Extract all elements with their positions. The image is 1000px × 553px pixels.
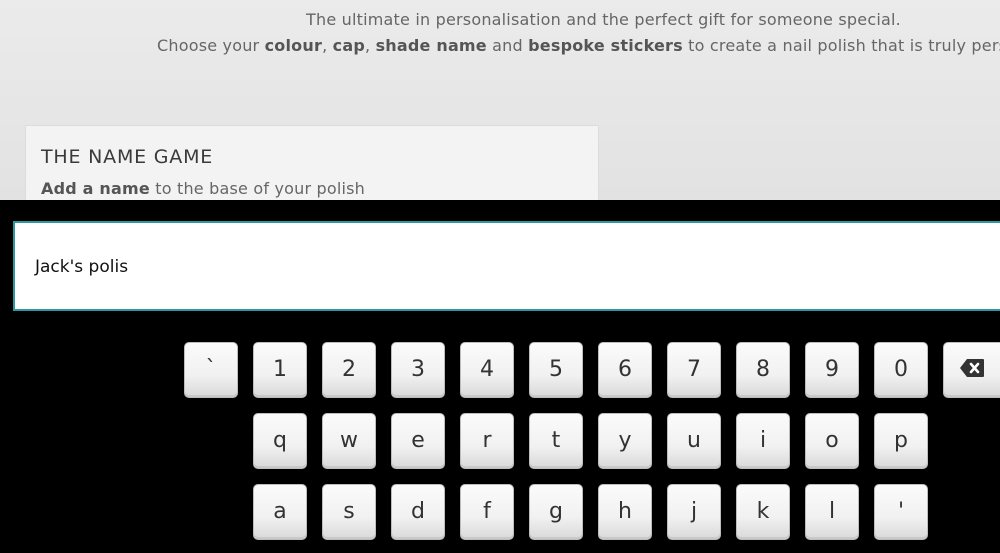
key-w[interactable]: w [322,413,376,469]
panel-subtitle-bold: Add a name [41,179,150,198]
key-8[interactable]: 8 [736,342,790,398]
key-y[interactable]: y [598,413,652,469]
name-game-panel: THE NAME GAME Add a name to the base of … [25,125,599,200]
key-l[interactable]: l [805,484,859,540]
key-s[interactable]: s [322,484,376,540]
product-page: The ultimate in personalisation and the … [0,0,1000,200]
intro-text-line-2: Choose your colour, cap, shade name and … [157,36,1000,55]
key-7[interactable]: 7 [667,342,721,398]
key-o[interactable]: o [805,413,859,469]
name-input-field[interactable]: Jack's polis [13,221,1000,311]
key-k[interactable]: k [736,484,790,540]
panel-title: THE NAME GAME [41,146,214,168]
key-e[interactable]: e [391,413,445,469]
intro-text: Choose your [157,36,265,55]
key-i[interactable]: i [736,413,790,469]
intro-text: to create a nail polish that is truly pe… [682,36,1000,55]
key-2[interactable]: 2 [322,342,376,398]
intro-colour: colour [264,36,323,55]
intro-cap: cap [332,36,365,55]
key-6[interactable]: 6 [598,342,652,398]
on-screen-keyboard: Jack's polis ` 1 2 3 4 5 6 7 8 9 0 q w e… [0,200,1000,553]
panel-subtitle-rest: to the base of your polish [149,179,366,198]
key-p[interactable]: p [874,413,928,469]
intro-text: , [322,36,333,55]
key-5[interactable]: 5 [529,342,583,398]
key-h[interactable]: h [598,484,652,540]
key-q[interactable]: q [253,413,307,469]
key-f[interactable]: f [460,484,514,540]
key-u[interactable]: u [667,413,721,469]
key-d[interactable]: d [391,484,445,540]
key-a[interactable]: a [253,484,307,540]
key-3[interactable]: 3 [391,342,445,398]
key-j[interactable]: j [667,484,721,540]
backspace-key[interactable] [943,342,1000,398]
intro-stickers: bespoke stickers [528,36,683,55]
key-9[interactable]: 9 [805,342,859,398]
intro-text: and [486,36,529,55]
key-1[interactable]: 1 [253,342,307,398]
intro-text: , [364,36,376,55]
key-backtick[interactable]: ` [184,342,238,398]
key-g[interactable]: g [529,484,583,540]
key-t[interactable]: t [529,413,583,469]
key-apostrophe[interactable]: ' [874,484,928,540]
backspace-icon [959,357,985,382]
key-r[interactable]: r [460,413,514,469]
key-4[interactable]: 4 [460,342,514,398]
intro-shade-name: shade name [375,36,487,55]
key-0[interactable]: 0 [874,342,928,398]
panel-subtitle: Add a name to the base of your polish [41,179,365,198]
intro-text-line-1: The ultimate in personalisation and the … [306,10,901,29]
